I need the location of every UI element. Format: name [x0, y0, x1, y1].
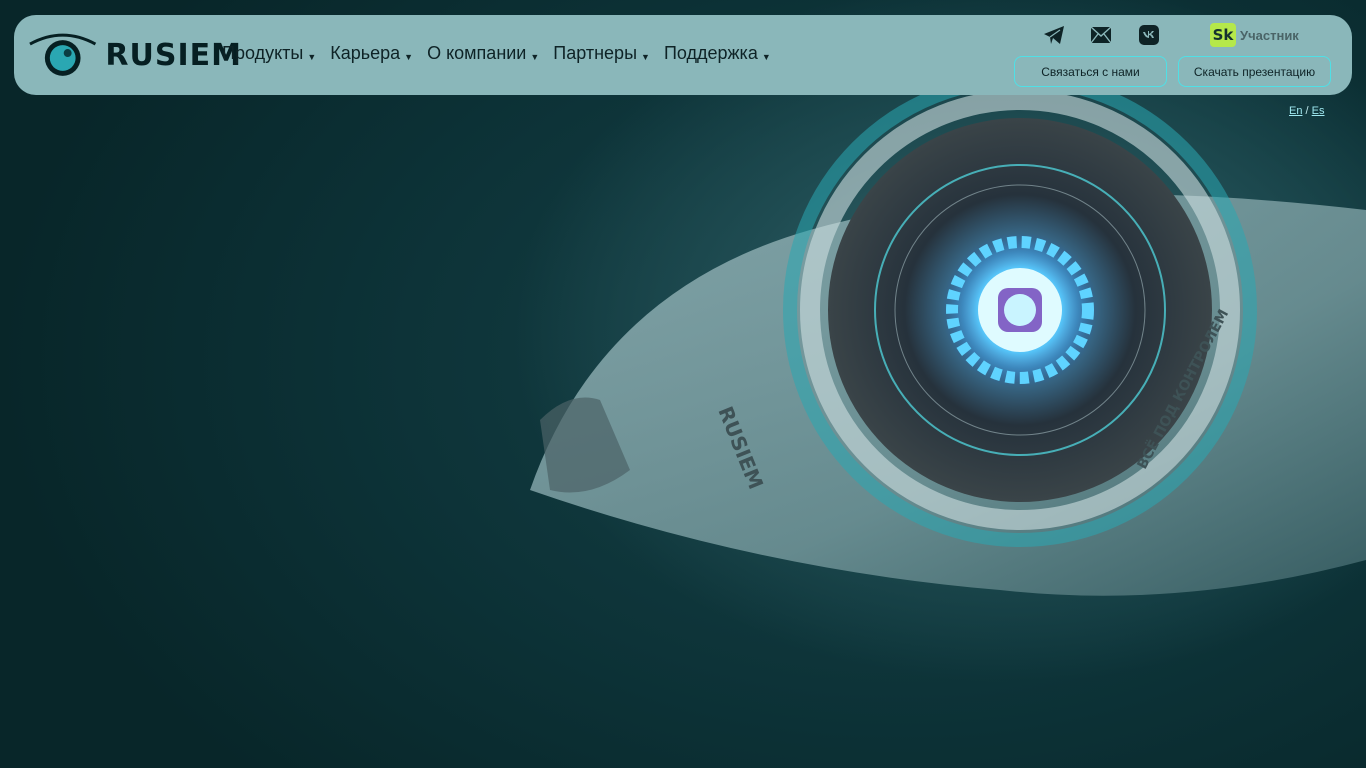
- site-header: RUSIEM Продукты ▼ Карьера ▼ О компании ▼…: [14, 15, 1352, 95]
- caret-down-icon: ▼: [761, 51, 771, 62]
- mail-icon: [1090, 26, 1112, 44]
- nav-support-label: Поддержка: [663, 43, 758, 63]
- mail-link[interactable]: [1089, 23, 1113, 47]
- language-switcher: En / Es: [1289, 105, 1325, 117]
- page: RUSIEM ВСЁ ПОД КОНТРОЛЕМ RUSIEM Продукты…: [0, 0, 1366, 768]
- nav-about-label: О компании: [427, 43, 527, 63]
- contact-button[interactable]: Связаться с нами: [1014, 56, 1167, 87]
- social-links: [1028, 23, 1161, 47]
- nav-partners[interactable]: Партнеры ▼: [553, 43, 650, 64]
- caret-down-icon: ▼: [641, 51, 650, 62]
- caret-down-icon: ▼: [404, 51, 414, 62]
- lang-es-link[interactable]: Es: [1312, 105, 1325, 117]
- vk-icon: [1139, 25, 1159, 45]
- lang-en-link[interactable]: En: [1289, 105, 1302, 117]
- telegram-link[interactable]: [1042, 23, 1066, 47]
- download-presentation-button[interactable]: Скачать презентацию: [1178, 56, 1331, 87]
- nav-career-label: Карьера: [330, 43, 401, 63]
- eye-logo-icon: [29, 33, 97, 76]
- nav-partners-label: Партнеры: [553, 43, 638, 63]
- skolkovo-logo-icon: Sk: [1210, 23, 1236, 47]
- hero-eye-illustration: RUSIEM ВСЁ ПОД КОНТРОЛЕМ: [530, 90, 1366, 596]
- vk-link[interactable]: [1137, 23, 1161, 47]
- caret-down-icon: ▼: [307, 51, 317, 62]
- caret-down-icon: ▼: [530, 51, 540, 62]
- nav-about[interactable]: О компании ▼: [427, 43, 539, 64]
- nav-career[interactable]: Карьера ▼: [330, 43, 413, 64]
- logo[interactable]: RUSIEM: [28, 29, 242, 81]
- skolkovo-label: Участник: [1240, 27, 1299, 43]
- nav-products-label: Продукты: [222, 43, 304, 63]
- nav-products[interactable]: Продукты ▼: [222, 43, 316, 64]
- telegram-icon: [1044, 26, 1064, 44]
- lang-separator: /: [1305, 105, 1309, 117]
- nav-support[interactable]: Поддержка ▼: [664, 43, 771, 64]
- main-nav: Продукты ▼ Карьера ▼ О компании ▼ Партне…: [222, 43, 771, 64]
- skolkovo-badge[interactable]: Sk Участник: [1210, 23, 1299, 47]
